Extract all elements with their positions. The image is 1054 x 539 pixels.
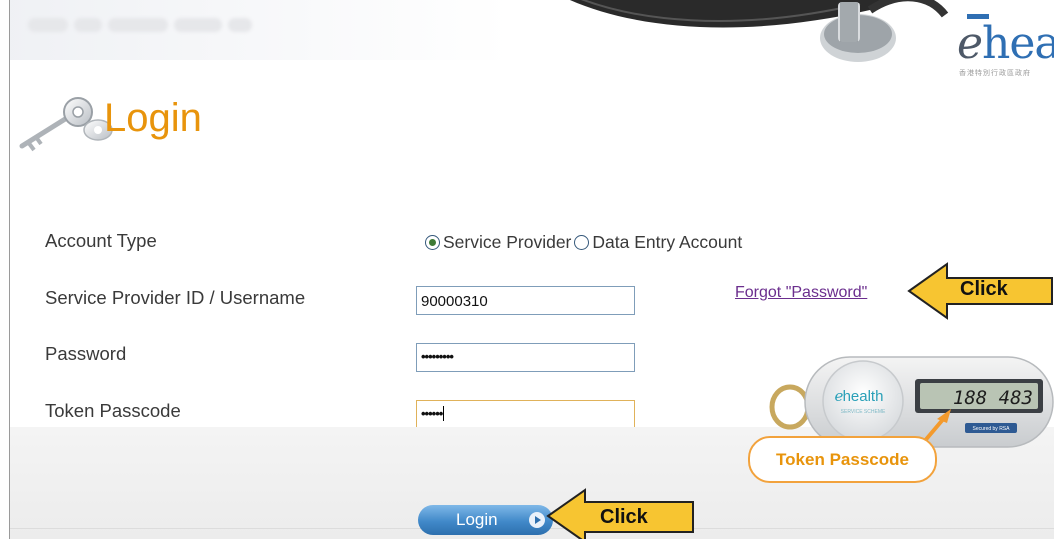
page-title: Login	[104, 96, 202, 140]
token-passcode-input[interactable]: ••••••	[416, 400, 635, 429]
radio-service-provider-label[interactable]: Service Provider	[443, 232, 571, 253]
radio-data-entry-account-label[interactable]: Data Entry Account	[592, 232, 742, 253]
logo-text: ehea	[957, 22, 1054, 66]
radio-data-entry-account[interactable]	[574, 235, 590, 250]
click-text-login: Click	[600, 506, 648, 528]
account-type-label: Account Type	[45, 230, 157, 251]
click-text-forgot: Click	[960, 278, 1008, 300]
token-footer-text: Secured by RSA	[973, 426, 1011, 432]
token-passcode-value: ••••••	[421, 406, 443, 421]
logo-subtitle: 香港特別行政區政府	[959, 70, 1031, 77]
login-button[interactable]: Login	[418, 505, 553, 535]
login-page: ehea 香港特別行政區政府 Login Account Type Servic…	[0, 0, 1054, 539]
logo-text-rest: hea	[982, 18, 1054, 69]
svg-text:health: health	[843, 388, 884, 405]
key-icon	[19, 97, 113, 152]
login-button-label: Login	[456, 510, 498, 529]
click-arrow-login: Click	[545, 488, 695, 539]
text-caret	[443, 406, 445, 421]
svg-text:e: e	[835, 387, 844, 405]
click-arrow-forgot: Click	[905, 260, 1054, 322]
token-passcode-label: Token Passcode	[45, 400, 181, 421]
username-input[interactable]: 90000310	[416, 286, 635, 315]
blurred-site-logo	[28, 18, 278, 40]
forgot-password-link[interactable]: Forgot "Password"	[735, 284, 867, 302]
password-value: •••••••••	[421, 349, 454, 364]
play-arrow-icon	[529, 512, 545, 528]
token-display-digits: 188 483	[953, 387, 1033, 409]
svg-text:SERVICE SCHEME: SERVICE SCHEME	[841, 409, 886, 415]
radio-service-provider[interactable]	[425, 235, 440, 250]
account-type-radio-group: Service Provider Data Entry Account	[425, 232, 745, 253]
ehealth-logo: ehea 香港特別行政區政府	[957, 12, 1054, 82]
password-label: Password	[45, 343, 127, 364]
password-input[interactable]: •••••••••	[416, 343, 635, 372]
username-label: Service Provider ID / Username	[45, 287, 306, 308]
token-passcode-callout: Token Passcode	[748, 436, 937, 483]
stethoscope-image	[570, 0, 949, 62]
